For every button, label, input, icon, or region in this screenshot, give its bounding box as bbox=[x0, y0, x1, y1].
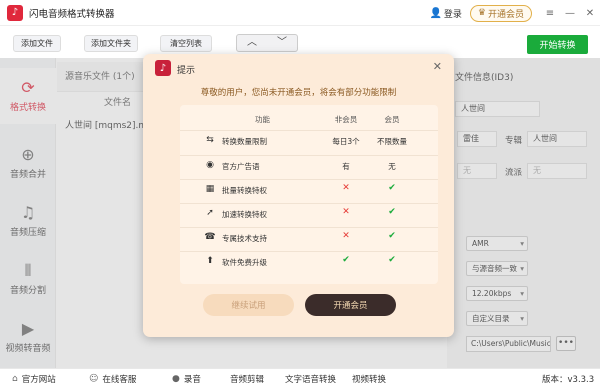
feature-label: 软件免费升级 bbox=[222, 258, 267, 267]
record-label: 录音 bbox=[183, 375, 201, 385]
service-label: 在线客服 bbox=[102, 375, 137, 385]
feature-label: 专属技术支持 bbox=[222, 234, 267, 243]
feature-table: 功能 非会员 会员 ⇆ 转换数量限制 每日3个 不限数量 ◉ 官方广告语 有 无… bbox=[180, 105, 438, 284]
start-convert-button[interactable]: 开始转换 bbox=[527, 35, 588, 54]
tts-link[interactable]: 文字语音转换 bbox=[285, 373, 336, 385]
feature-label: 转换数量限制 bbox=[222, 137, 267, 146]
vip-label: 开通会员 bbox=[487, 9, 524, 20]
minimize-icon[interactable]: — bbox=[560, 8, 580, 19]
crown-icon: ♛ bbox=[477, 8, 486, 18]
music-note-icon: ♪ bbox=[7, 4, 23, 21]
table-row: ◉ 官方广告语 有 无 bbox=[180, 155, 438, 175]
check-icon: ✔ bbox=[388, 255, 396, 265]
dialog-title: 提示 bbox=[177, 66, 196, 76]
check-icon: ✔ bbox=[388, 231, 396, 241]
continue-trial-button[interactable]: 继续试用 bbox=[203, 294, 294, 316]
feature-column-header: 功能 bbox=[255, 115, 270, 124]
app-title: 闪电音频格式转换器 bbox=[29, 8, 115, 20]
add-folder-button[interactable]: 添加文件夹 bbox=[84, 35, 138, 52]
vip-value: 不限数量 bbox=[377, 137, 407, 146]
open-vip-button[interactable]: 开通会员 bbox=[305, 294, 396, 316]
upgrade-icon: ⬆ bbox=[206, 256, 214, 266]
login-label: 登录 bbox=[443, 9, 462, 20]
website-link[interactable]: ⌂ 官方网站 bbox=[12, 373, 56, 385]
website-label: 官方网站 bbox=[21, 375, 56, 385]
feature-label: 加速转换特权 bbox=[222, 210, 267, 219]
close-icon[interactable]: ✕ bbox=[433, 60, 442, 73]
vip-limit-dialog: ♪ 提示 ✕ 尊敬的用户，您尚未开通会员，将会有部分功能限制 功能 非会员 会员… bbox=[143, 54, 454, 337]
table-row: ⬆ 软件免费升级 ✔ ✔ bbox=[180, 251, 438, 271]
feature-label: 批量转换特权 bbox=[222, 186, 267, 195]
move-up-icon[interactable]: ︿ bbox=[237, 35, 267, 51]
check-icon: ✔ bbox=[388, 183, 396, 193]
title-bar: ♪ 闪电音频格式转换器 👤 登录 ♛ 开通会员 ≡ — ✕ bbox=[0, 0, 600, 26]
service-link[interactable]: ☺ 在线客服 bbox=[89, 373, 136, 385]
transfer-icon: ⇆ bbox=[206, 135, 214, 145]
version-label: 版本：v3.3.3 bbox=[542, 375, 595, 385]
support-icon: ☎ bbox=[204, 232, 216, 242]
table-row: ☎ 专属技术支持 ✕ ✔ bbox=[180, 227, 438, 247]
dialog-message: 尊敬的用户，您尚未开通会员，将会有部分功能限制 bbox=[200, 88, 397, 98]
close-icon[interactable]: ✕ bbox=[580, 8, 600, 19]
record-link[interactable]: ● 录音 bbox=[172, 373, 201, 385]
user-icon: 👤 bbox=[429, 7, 442, 19]
login-button[interactable]: 👤 登录 bbox=[429, 7, 461, 20]
check-icon: ✔ bbox=[388, 207, 396, 217]
vip-button[interactable]: ♛ 开通会员 bbox=[469, 4, 532, 22]
vip-column-header: 会员 bbox=[384, 115, 400, 124]
feature-label: 官方广告语 bbox=[222, 162, 260, 171]
bottom-bar: ⌂ 官方网站 ☺ 在线客服 ● 录音 音频剪辑 文字语音转换 视频转换 版本：v3.3… bbox=[0, 368, 600, 389]
mic-icon: ● bbox=[172, 374, 180, 384]
audio-edit-link[interactable]: 音频剪辑 bbox=[230, 373, 264, 385]
rocket-icon: ➚ bbox=[206, 208, 214, 218]
add-file-button[interactable]: 添加文件 bbox=[13, 35, 61, 52]
home-icon: ⌂ bbox=[12, 374, 18, 384]
video-convert-link[interactable]: 视频转换 bbox=[352, 373, 386, 385]
grid-icon: ▦ bbox=[205, 184, 215, 194]
music-note-icon: ♪ bbox=[155, 60, 171, 76]
table-row: ➚ 加速转换特权 ✕ ✔ bbox=[180, 203, 438, 223]
move-arrows: ︿ ﹀ bbox=[236, 34, 298, 52]
menu-icon[interactable]: ≡ bbox=[540, 8, 560, 19]
move-down-icon[interactable]: ﹀ bbox=[267, 35, 297, 51]
clear-list-button[interactable]: 清空列表 bbox=[160, 35, 212, 52]
table-row: ▦ 批量转换特权 ✕ ✔ bbox=[180, 179, 438, 199]
vip-value: 无 bbox=[388, 162, 396, 171]
ad-icon: ◉ bbox=[206, 160, 214, 170]
table-row: ⇆ 转换数量限制 每日3个 不限数量 bbox=[180, 130, 438, 150]
headset-icon: ☺ bbox=[89, 374, 99, 384]
